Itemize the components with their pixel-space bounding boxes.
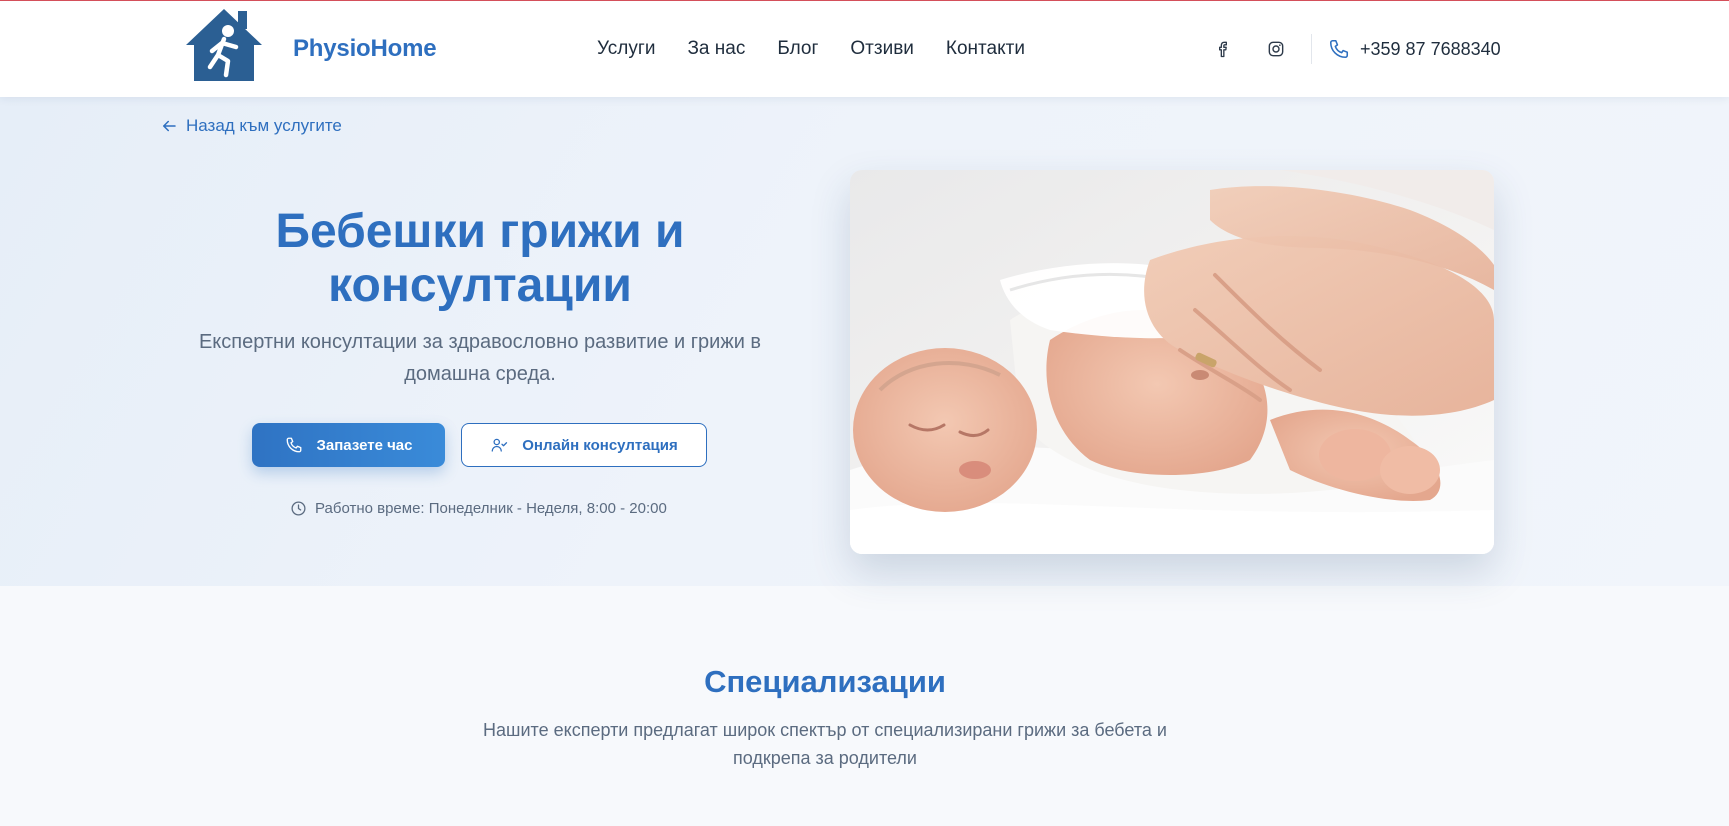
site-header: PhysioHome Услуги За нас Блог Отзиви Кон…	[0, 1, 1729, 97]
specializations-subtitle: Нашите експерти предлагат широк спектър …	[483, 720, 1167, 768]
hero-subtitle: Експертни консултации за здравословно ра…	[198, 331, 762, 385]
nav-item-blog[interactable]: Блог	[777, 38, 818, 62]
instagram-icon[interactable]	[1266, 39, 1286, 59]
newborn-baby-photo	[850, 170, 1494, 554]
page-title: Бебешки грижи и консултации	[275, 205, 685, 312]
book-appointment-label: Запазете час	[316, 436, 413, 454]
online-consultation-label: Онлайн консултация	[522, 436, 678, 454]
logo-icon[interactable]	[184, 9, 264, 81]
working-hours: Работно време: Понеделник - Неделя, 8:00…	[290, 500, 667, 517]
header-phone-link[interactable]: +359 87 7688340	[1328, 38, 1501, 60]
main-nav: Услуги За нас Блог Отзиви Контакти	[597, 38, 1057, 62]
header-phone-number: +359 87 7688340	[1360, 38, 1501, 59]
book-appointment-button[interactable]: Запазете час	[252, 423, 445, 467]
nav-item-about[interactable]: За нас	[687, 38, 745, 62]
working-hours-text: Работно време: Понеделник - Неделя, 8:00…	[315, 500, 667, 517]
nav-item-reviews[interactable]: Отзиви	[850, 38, 914, 62]
facebook-icon[interactable]	[1213, 39, 1233, 59]
back-to-services-link[interactable]: Назад към услугите	[160, 116, 342, 136]
back-link-label: Назад към услугите	[186, 116, 342, 135]
brand-name[interactable]: PhysioHome	[293, 35, 437, 63]
specializations-title: Специализации	[704, 664, 946, 699]
clock-icon	[291, 501, 306, 516]
nav-item-services[interactable]: Услуги	[597, 38, 655, 62]
user-check-icon	[491, 438, 508, 452]
online-consultation-button[interactable]: Онлайн консултация	[461, 423, 707, 467]
arrow-left-icon	[163, 120, 176, 132]
phone-icon	[286, 437, 301, 453]
header-divider	[1311, 34, 1312, 64]
nav-item-contacts[interactable]: Контакти	[946, 38, 1025, 62]
phone-icon	[1329, 39, 1349, 59]
hero-section: Назад към услугите Бебешки грижи и консу…	[0, 97, 1729, 586]
